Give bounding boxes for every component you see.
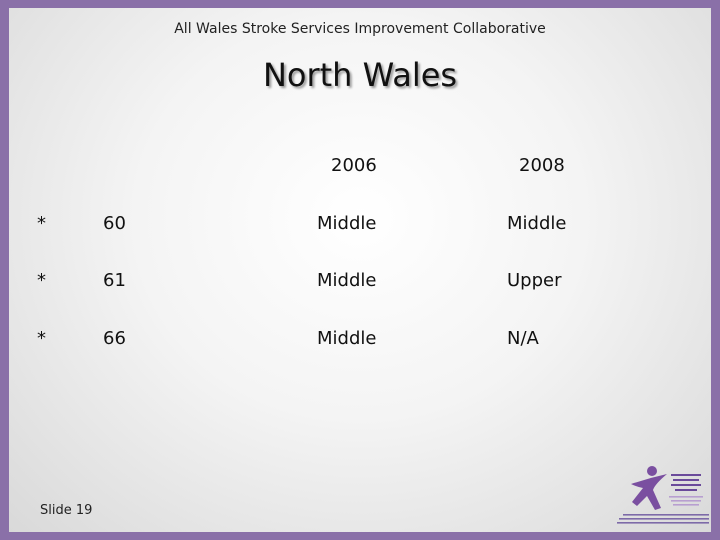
row-value: 60 xyxy=(103,213,126,234)
organisation-logo xyxy=(617,466,709,524)
row-value: 66 xyxy=(103,328,126,349)
slide-number: Slide 19 xyxy=(40,503,93,518)
slide-title: North Wales xyxy=(262,56,458,94)
row-marker: * xyxy=(37,328,46,349)
star-person-icon xyxy=(631,466,667,510)
row-marker: * xyxy=(37,213,46,234)
slide-header: All Wales Stroke Services Improvement Co… xyxy=(174,21,546,37)
row-2006: Middle xyxy=(317,328,377,349)
row-2008: N/A xyxy=(507,328,539,349)
row-marker: * xyxy=(37,270,46,291)
row-value: 61 xyxy=(103,270,126,291)
row-2008: Upper xyxy=(507,270,562,291)
row-2008: Middle xyxy=(507,213,567,234)
row-2006: Middle xyxy=(317,213,377,234)
row-2006: Middle xyxy=(317,270,377,291)
slide: All Wales Stroke Services Improvement Co… xyxy=(9,8,711,532)
column-header-2008: 2008 xyxy=(519,155,565,176)
column-header-2006: 2006 xyxy=(331,155,377,176)
